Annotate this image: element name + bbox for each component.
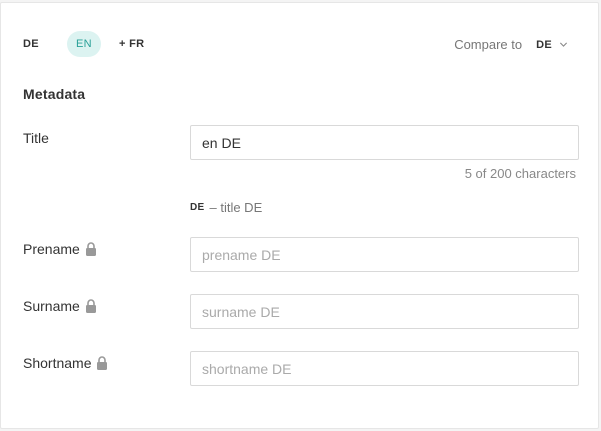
tab-language-de[interactable]: DE	[23, 31, 51, 57]
surname-label: Surname	[23, 298, 97, 314]
title-compare-text: – title DE	[209, 200, 263, 215]
prename-label: Prename	[23, 241, 97, 257]
chevron-down-icon	[559, 42, 568, 47]
prename-label-text: Prename	[23, 241, 80, 257]
title-input-value: en DE	[202, 134, 241, 151]
title-input[interactable]: en DE	[190, 125, 579, 160]
title-label: Title	[23, 130, 49, 146]
lock-icon	[85, 242, 96, 256]
title-compare-value: DE – title DE	[190, 200, 262, 215]
section-title: Metadata	[23, 86, 86, 102]
lock-icon	[85, 299, 96, 313]
title-compare-lang: DE	[190, 202, 205, 213]
metadata-card: DE EN + FR Compare to DE Metadata Title …	[0, 2, 599, 429]
compare-to-value: DE	[536, 38, 552, 51]
shortname-label-text: Shortname	[23, 355, 92, 371]
shortname-label: Shortname	[23, 355, 108, 371]
prename-input[interactable]: prename DE	[190, 237, 579, 272]
prename-placeholder: prename DE	[202, 246, 281, 263]
compare-to-dropdown[interactable]: Compare to DE	[454, 37, 568, 52]
surname-placeholder: surname DE	[202, 303, 280, 320]
compare-to-label: Compare to	[454, 37, 523, 52]
language-tabs: DE EN + FR	[23, 31, 152, 57]
surname-input[interactable]: surname DE	[190, 294, 579, 329]
tab-language-en[interactable]: EN	[67, 31, 101, 57]
title-char-count: 5 of 200 characters	[464, 166, 576, 181]
surname-label-text: Surname	[23, 298, 80, 314]
title-label-text: Title	[23, 130, 49, 146]
shortname-input[interactable]: shortname DE	[190, 351, 579, 386]
add-language-fr-button[interactable]: + FR	[111, 31, 152, 57]
lock-icon	[97, 356, 108, 370]
shortname-placeholder: shortname DE	[202, 360, 292, 377]
